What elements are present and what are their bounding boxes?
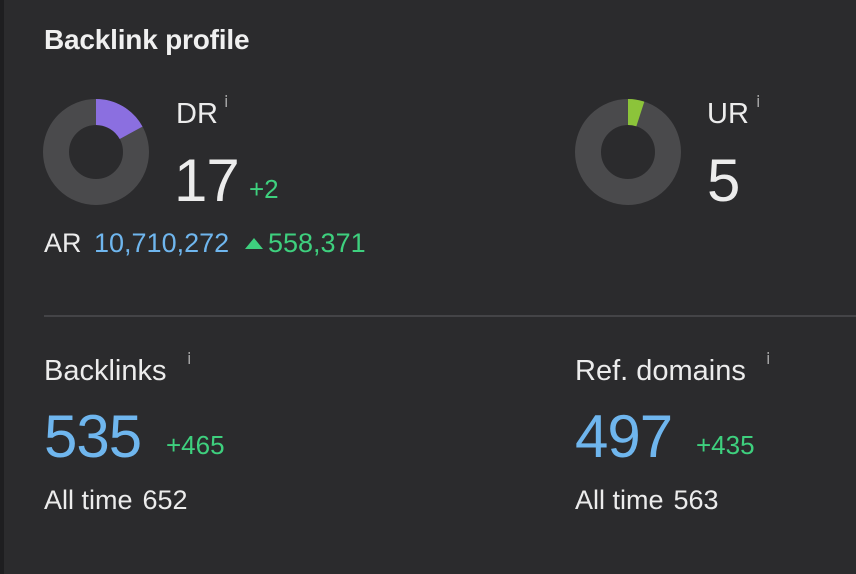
ref-domains-delta: +435 (696, 430, 755, 460)
ar-delta: 558,371 (268, 228, 366, 258)
backlinks-delta: +465 (166, 430, 225, 460)
dr-label: DR (176, 98, 218, 130)
widget-title: Backlink profile (44, 24, 250, 55)
backlinks-value[interactable]: 535 (44, 402, 142, 471)
dr-delta: +2 (249, 174, 279, 204)
dr-donut-chart (43, 99, 149, 205)
dr-value: 17 (174, 147, 240, 214)
ref-domains-label: Ref. domains (575, 355, 746, 387)
ur-donut-chart (575, 99, 681, 205)
backlinks-alltime-value: 652 (142, 485, 188, 515)
ar-value[interactable]: 10,710,272 (94, 228, 229, 259)
ref-domains-value[interactable]: 497 (575, 402, 673, 471)
ref-domains-alltime-label: All time (575, 485, 664, 515)
ur-label: UR (707, 98, 749, 130)
backlink-profile-widget: Backlink profile DR i 17 +2 AR 10,710,27… (0, 0, 856, 574)
backlinks-label: Backlinks (44, 355, 167, 387)
backlinks-alltime-label: All time (44, 485, 133, 515)
ar-label: AR (44, 228, 82, 258)
ur-info-icon[interactable]: i (756, 92, 760, 111)
backlinks-alltime: All time 652 (44, 485, 188, 516)
ref-domains-alltime: All time 563 (575, 485, 719, 516)
ur-value: 5 (707, 147, 740, 214)
dr-info-icon[interactable]: i (224, 92, 228, 111)
ref-domains-info-icon[interactable]: i (766, 349, 770, 368)
section-divider (44, 315, 856, 317)
ref-domains-alltime-value: 563 (673, 485, 719, 515)
backlinks-info-icon[interactable]: i (187, 349, 191, 368)
ar-up-arrow-icon (245, 238, 263, 249)
